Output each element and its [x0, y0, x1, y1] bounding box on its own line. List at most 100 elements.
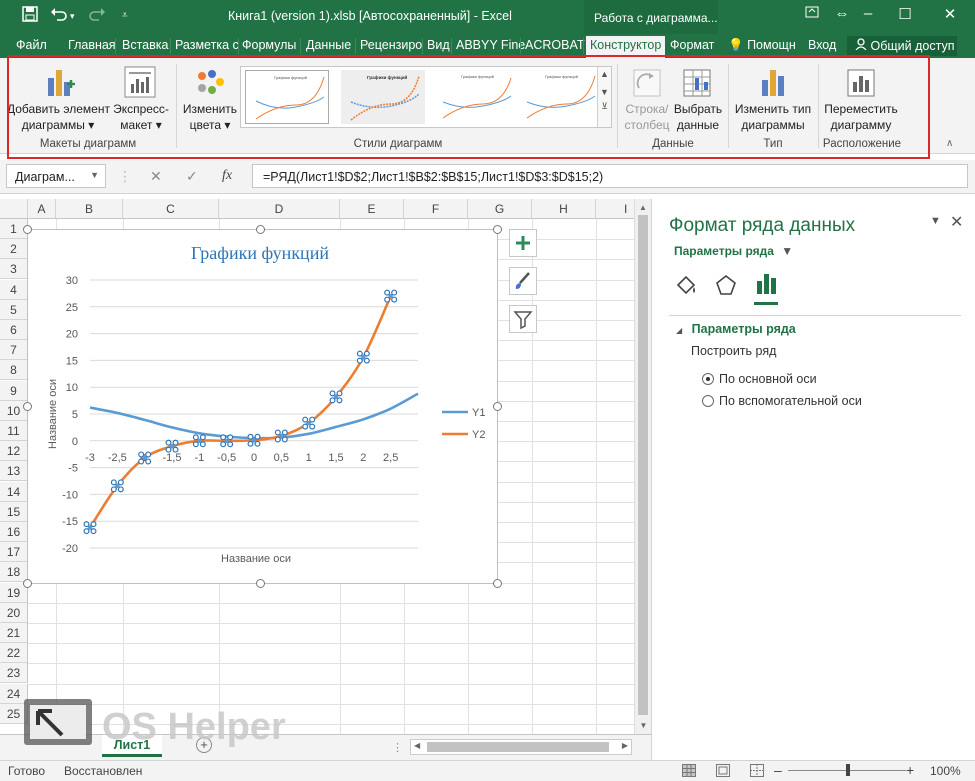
chart-filters-button[interactable]: [509, 305, 537, 333]
series-options-section[interactable]: ◢ Параметры ряда: [676, 322, 796, 336]
name-box[interactable]: Диаграм... ▼: [6, 164, 106, 188]
h-scroll-thumb[interactable]: [427, 742, 609, 752]
selected-point-marker[interactable]: [329, 390, 343, 404]
effects-icon[interactable]: [714, 273, 738, 300]
row-header[interactable]: 17: [0, 542, 28, 563]
column-header[interactable]: A: [28, 199, 56, 219]
row-header[interactable]: 14: [0, 481, 28, 502]
tab-file[interactable]: Файл: [16, 38, 47, 52]
tab-home[interactable]: Главная: [68, 38, 116, 52]
chart-elements-button[interactable]: [509, 229, 537, 257]
resize-handle[interactable]: [23, 225, 32, 234]
line-chart[interactable]: Графики функций302520151050-5-10-15-20-3…: [28, 230, 497, 583]
pane-options-icon[interactable]: ▼: [930, 215, 941, 227]
enter-icon[interactable]: ✓: [186, 168, 198, 185]
column-header[interactable]: B: [56, 199, 123, 219]
resize-handle[interactable]: [493, 579, 502, 588]
fill-line-icon[interactable]: [674, 273, 698, 300]
row-header[interactable]: 5: [0, 299, 28, 320]
share-button[interactable]: Общий доступ: [847, 36, 957, 56]
tab-review[interactable]: Рецензиро: [360, 38, 422, 52]
sign-in-link[interactable]: Вход: [808, 38, 836, 52]
column-header[interactable]: G: [468, 199, 532, 219]
row-header[interactable]: 11: [0, 421, 28, 441]
horizontal-scrollbar[interactable]: ◀ ▶: [410, 739, 632, 755]
zoom-level[interactable]: 100%: [930, 764, 961, 778]
chart-area[interactable]: Графики функций 30 25 20 15 10 5 0 -5 -10 -15 -20 -3…: [27, 229, 498, 584]
pane-close-icon[interactable]: ✕: [950, 212, 963, 232]
selected-point-marker[interactable]: [356, 350, 370, 364]
collapse-ribbon-icon[interactable]: ∧: [946, 138, 953, 149]
redo-icon[interactable]: [88, 6, 106, 26]
row-header[interactable]: 2: [0, 239, 28, 260]
selected-point-marker[interactable]: [384, 289, 398, 303]
insert-function-icon[interactable]: fx: [222, 168, 232, 184]
save-icon[interactable]: [22, 6, 38, 26]
formula-input[interactable]: =РЯД(Лист1!$D$2;Лист1!$B$2:$B$15;Лист1!$…: [252, 164, 968, 188]
radio-secondary-axis[interactable]: По вспомогательной оси: [702, 394, 862, 408]
radio-unchecked[interactable]: [702, 395, 714, 407]
series-options-dropdown[interactable]: Параметры ряда ▼: [674, 244, 793, 258]
row-header[interactable]: 6: [0, 320, 28, 340]
row-header[interactable]: 8: [0, 360, 28, 381]
tab-acrobat[interactable]: ACROBAT: [525, 38, 585, 52]
undo-dropdown-icon[interactable]: ▾: [70, 11, 75, 22]
column-header[interactable]: I: [596, 199, 634, 219]
row-header[interactable]: 3: [0, 259, 28, 280]
column-header[interactable]: C: [123, 199, 219, 219]
resize-handle[interactable]: [493, 225, 502, 234]
selected-point-marker[interactable]: [302, 416, 316, 430]
tab-split-icon[interactable]: ⋮: [392, 741, 403, 754]
row-header[interactable]: 12: [0, 441, 28, 462]
zoom-out-icon[interactable]: –: [774, 762, 782, 778]
customize-qat-icon[interactable]: ⩡: [122, 10, 128, 21]
ribbon-display-icon[interactable]: [800, 5, 824, 23]
selected-point-marker[interactable]: [83, 521, 97, 535]
series-options-icon[interactable]: [754, 271, 778, 305]
tab-formulas[interactable]: Формулы: [242, 38, 296, 52]
row-header[interactable]: 4: [0, 279, 28, 300]
page-layout-view-icon[interactable]: [716, 764, 730, 780]
resize-handle[interactable]: [256, 225, 265, 234]
scroll-thumb[interactable]: [638, 215, 648, 715]
scroll-right-icon[interactable]: ▶: [622, 741, 628, 750]
row-header[interactable]: 15: [0, 501, 28, 522]
select-all-corner[interactable]: [0, 199, 28, 219]
resize-handle[interactable]: [23, 579, 32, 588]
zoom-slider-thumb[interactable]: [846, 764, 850, 776]
selected-point-marker[interactable]: [110, 479, 124, 493]
row-header[interactable]: 13: [0, 461, 28, 482]
close-icon[interactable]: ✕: [938, 5, 962, 23]
name-box-dropdown-icon[interactable]: ▼: [90, 170, 99, 180]
tab-format[interactable]: Формат: [670, 38, 714, 52]
row-header[interactable]: 22: [0, 643, 28, 664]
normal-view-icon[interactable]: [682, 764, 696, 780]
row-header[interactable]: 16: [0, 522, 28, 542]
zoom-in-icon[interactable]: +: [906, 762, 914, 778]
row-header[interactable]: 7: [0, 340, 28, 361]
column-header[interactable]: F: [404, 199, 468, 219]
chart-styles-button[interactable]: [509, 267, 537, 295]
resize-handle[interactable]: [256, 579, 265, 588]
cancel-icon[interactable]: ✕: [150, 168, 162, 185]
scroll-left-icon[interactable]: ◀: [414, 741, 420, 750]
page-break-view-icon[interactable]: [750, 764, 764, 780]
help-search[interactable]: 💡 Помощн: [728, 38, 796, 53]
tab-abbyy[interactable]: ABBYY Fine: [456, 38, 525, 52]
tab-page-layout[interactable]: Разметка с: [175, 38, 239, 52]
column-header[interactable]: H: [532, 199, 596, 219]
column-header[interactable]: E: [340, 199, 404, 219]
scroll-down-icon[interactable]: ▼: [635, 721, 652, 730]
row-header[interactable]: 23: [0, 663, 28, 684]
minimize-icon[interactable]: –: [856, 5, 880, 22]
scroll-up-icon[interactable]: ▲: [635, 203, 651, 212]
radio-checked[interactable]: [702, 373, 714, 385]
undo-icon[interactable]: [50, 6, 68, 26]
row-header[interactable]: 20: [0, 602, 28, 623]
restore-arrows-icon[interactable]: ⇔: [830, 5, 854, 22]
row-header[interactable]: 21: [0, 623, 28, 643]
tab-insert[interactable]: Вставка: [122, 38, 168, 52]
column-header[interactable]: D: [219, 199, 340, 219]
vertical-scrollbar[interactable]: ▲ ▼: [634, 199, 651, 734]
tab-view[interactable]: Вид: [427, 38, 450, 52]
